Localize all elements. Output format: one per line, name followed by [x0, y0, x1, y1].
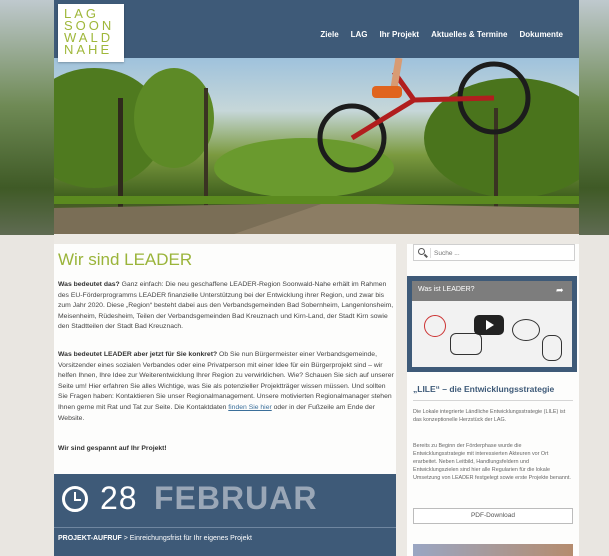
nav-item-ziele[interactable]: Ziele — [314, 30, 344, 39]
video-title: Was ist LEADER? — [418, 286, 475, 293]
intro-paragraph: Was bedeutet das? Ganz einfach: Die neu … — [58, 280, 394, 333]
leader-paragraph: Was bedeutet LEADER aber jetzt für Sie k… — [58, 350, 394, 424]
search-box — [413, 244, 575, 261]
video-title-bar: Was ist LEADER? ➦ — [412, 281, 572, 301]
nav-item-lag[interactable]: LAG — [345, 30, 374, 39]
leader-text-a: Ob Sie nun Bürgermeister einer Verbandsg… — [58, 351, 394, 411]
video-doodle-hand — [542, 335, 562, 361]
event-divider — [54, 527, 396, 528]
search-input[interactable] — [434, 247, 572, 259]
event-label-text: > Einreichungsfrist für Ihr eigenes Proj… — [121, 535, 252, 542]
hero-image — [54, 58, 579, 234]
event-teaser[interactable]: 28 FEBRUAR PROJEKT-AUFRUF > Einreichungs… — [54, 474, 396, 556]
nav-item-ihr-projekt[interactable]: Ihr Projekt — [374, 30, 426, 39]
page-container: Ziele LAG Ihr Projekt Aktuelles & Termin… — [54, 0, 579, 556]
video-embed[interactable]: Was ist LEADER? ➦ — [407, 276, 577, 372]
event-day: 28 — [100, 480, 138, 516]
video-doodle-figure — [512, 319, 540, 341]
header-bar: Ziele LAG Ihr Projekt Aktuelles & Termin… — [54, 0, 579, 58]
event-label-bold: PROJEKT-AUFRUF — [58, 535, 122, 542]
lile-divider — [413, 400, 573, 401]
closing-text: Wir sind gespannt auf Ihr Projekt! — [58, 445, 167, 452]
lile-description: Bereits zu Beginn der Förderphase wurde … — [413, 443, 571, 481]
nav-item-dokumente[interactable]: Dokumente — [513, 30, 569, 39]
event-month: FEBRUAR — [154, 480, 318, 516]
main-navigation: Ziele LAG Ihr Projekt Aktuelles & Termin… — [314, 30, 569, 39]
search-icon[interactable] — [418, 248, 425, 255]
intro-question: Was bedeutet das? — [58, 281, 120, 288]
sidebar: Was ist LEADER? ➦ „LILE“ – die Entwicklu… — [407, 244, 579, 556]
pdf-download-button[interactable]: PDF-Download — [413, 508, 573, 524]
site-logo[interactable]: LAG SOON WALD NAHE — [58, 4, 124, 62]
share-icon[interactable]: ➦ — [556, 285, 566, 295]
leader-question: Was bedeutet LEADER aber jetzt für Sie k… — [58, 351, 218, 358]
contact-link[interactable]: finden Sie hier — [228, 404, 271, 411]
video-play-button[interactable] — [474, 315, 504, 335]
logo-line-nahe: NAHE — [64, 42, 113, 57]
main-content: Wir sind LEADER Was bedeutet das? Ganz e… — [54, 244, 396, 556]
clock-icon — [62, 486, 88, 512]
sidebar-teaser-image[interactable] — [413, 544, 573, 556]
video-doodle-globe — [424, 315, 446, 337]
nav-item-aktuelles-termine[interactable]: Aktuelles & Termine — [425, 30, 513, 39]
video-doodle-people — [450, 333, 482, 355]
closing-paragraph: Wir sind gespannt auf Ihr Projekt! — [58, 444, 394, 455]
page-title: Wir sind LEADER — [58, 250, 193, 269]
lile-intro: Die Lokale integrierte Ländliche Entwick… — [413, 409, 566, 423]
event-label[interactable]: PROJEKT-AUFRUF > Einreichungsfrist für I… — [58, 535, 252, 542]
lile-heading: „LILE“ – die Entwicklungsstrategie — [413, 384, 555, 394]
hero-illustration — [54, 58, 579, 234]
search-divider — [430, 248, 431, 258]
intro-text: Ganz einfach: Die neu geschaffene LEADER… — [58, 281, 394, 331]
